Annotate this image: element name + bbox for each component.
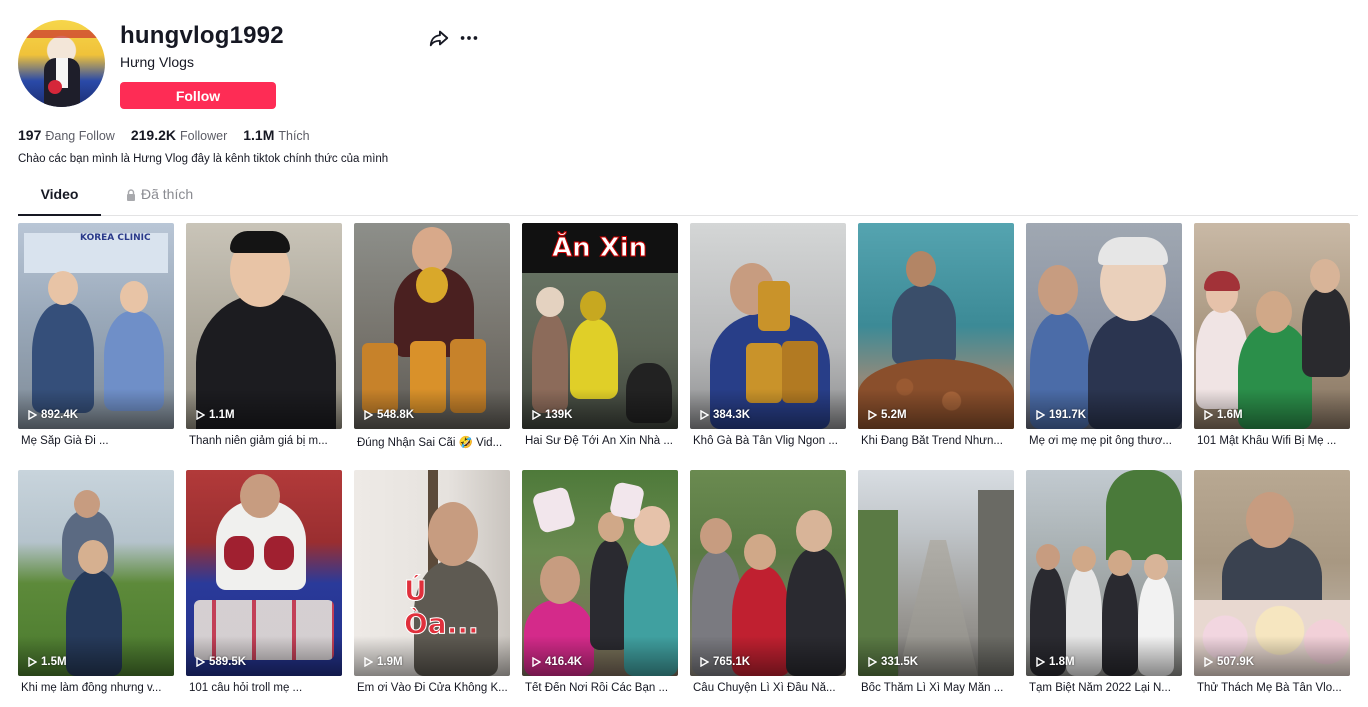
play-icon (868, 657, 877, 667)
clinic-sign-text: KOREA CLINIC (80, 233, 151, 243)
tab-video[interactable]: Video (18, 186, 101, 216)
video-caption[interactable]: Đúng Nhận Sai Cãi 🤣 Vid... (354, 435, 510, 449)
lock-icon (127, 189, 135, 201)
u-oa-text: Ú Òa... (404, 574, 480, 641)
video-card[interactable]: 1.8M Tạm Biệt Năm 2022 Lại N... (1026, 470, 1182, 694)
play-icon (1036, 410, 1045, 420)
profile-stats: 197 Đang Follow 219.2K Follower 1.1M Thích (18, 127, 310, 143)
play-icon (196, 410, 205, 420)
view-count: 1.1M (209, 409, 235, 421)
view-count: 1.9M (377, 656, 403, 668)
video-caption[interactable]: Mẹ ơi mẹ mẹ pit ông thươ... (1026, 435, 1182, 447)
video-thumbnail[interactable]: 765.1K (690, 470, 846, 676)
play-icon (532, 410, 541, 420)
view-count: 548.8K (377, 409, 415, 421)
follow-button[interactable]: Follow (120, 82, 276, 109)
video-thumbnail[interactable]: 1.1M (186, 223, 342, 429)
video-caption[interactable]: Tạm Biệt Năm 2022 Lại N... (1026, 682, 1182, 694)
play-icon (700, 657, 709, 667)
view-count: 416.4K (545, 656, 583, 668)
play-icon (364, 410, 373, 420)
view-count: 1.8M (1049, 656, 1075, 668)
video-card[interactable]: KOREA CLINIC 892.4K Mẹ Sắp Già Đi ... (18, 223, 174, 447)
video-card[interactable]: 331.5K Bốc Thăm Lì Xì May Mắn ... (858, 470, 1014, 694)
play-icon (28, 410, 37, 420)
video-caption[interactable]: Hai Sư Đệ Tới Ăn Xin Nhà ... (522, 435, 678, 447)
video-thumbnail[interactable]: 384.3K (690, 223, 846, 429)
tab-liked[interactable]: Đã thích (126, 186, 216, 216)
play-icon (700, 410, 709, 420)
an-xin-text: Ăn Xin (551, 233, 648, 264)
video-thumbnail[interactable]: 548.8K (354, 223, 510, 429)
video-caption[interactable]: 101 Mật Khẩu Wifi Bị Mẹ ... (1194, 435, 1350, 447)
video-thumbnail[interactable]: Ăn Xin 139K (522, 223, 678, 429)
video-caption[interactable]: 101 câu hỏi troll mẹ ... (186, 682, 342, 694)
view-count: 384.3K (713, 409, 751, 421)
avatar[interactable] (18, 20, 105, 107)
username: hungvlog1992 (120, 22, 284, 49)
video-card[interactable]: 1.1M Thanh niên giảm giá bị m... (186, 223, 342, 447)
view-count: 331.5K (881, 656, 919, 668)
video-card[interactable]: 416.4K Tết Đến Nơi Rồi Các Bạn ... (522, 470, 678, 694)
video-card[interactable]: 589.5K 101 câu hỏi troll mẹ ... (186, 470, 342, 694)
play-icon (364, 657, 373, 667)
video-thumbnail[interactable]: Ú Òa... 1.9M (354, 470, 510, 676)
video-caption[interactable]: Khi mẹ làm đồng nhưng v... (18, 682, 174, 694)
stat-followers[interactable]: 219.2K Follower (131, 127, 227, 143)
video-caption[interactable]: Tết Đến Nơi Rồi Các Bạn ... (522, 682, 678, 694)
video-thumbnail[interactable]: 1.6M (1194, 223, 1350, 429)
video-thumbnail[interactable]: 331.5K (858, 470, 1014, 676)
stat-likes: 1.1M Thích (243, 127, 310, 143)
view-count: 191.7K (1049, 409, 1087, 421)
video-card[interactable]: 5.2M Khi Đang Bắt Trend Nhưn... (858, 223, 1014, 447)
play-icon (28, 657, 37, 667)
video-card[interactable]: 507.9K Thử Thách Mẹ Bà Tân Vlo... (1194, 470, 1350, 694)
video-card[interactable]: 548.8K Đúng Nhận Sai Cãi 🤣 Vid... (354, 223, 510, 449)
video-caption[interactable]: Bốc Thăm Lì Xì May Mắn ... (858, 682, 1014, 694)
video-card[interactable]: Ú Òa... 1.9M Em ơi Vào Đi Cửa Không K... (354, 470, 510, 694)
view-count: 1.5M (41, 656, 67, 668)
nickname: Hưng Vlogs (120, 54, 194, 70)
video-thumbnail[interactable]: 1.5M (18, 470, 174, 676)
video-thumbnail[interactable]: KOREA CLINIC 892.4K (18, 223, 174, 429)
video-card[interactable]: Ăn Xin 139K Hai Sư Đệ Tới Ăn Xin Nhà ... (522, 223, 678, 447)
video-thumbnail[interactable]: 5.2M (858, 223, 1014, 429)
video-card[interactable]: 191.7K Mẹ ơi mẹ mẹ pit ông thươ... (1026, 223, 1182, 447)
play-icon (196, 657, 205, 667)
share-arrow-icon[interactable] (428, 27, 450, 49)
video-caption[interactable]: Khô Gà Bà Tân Vlig Ngon ... (690, 435, 846, 447)
view-count: 589.5K (209, 656, 247, 668)
video-thumbnail[interactable]: 191.7K (1026, 223, 1182, 429)
view-count: 507.9K (1217, 656, 1255, 668)
profile-tabs: Video Đã thích (18, 186, 1358, 216)
play-icon (1204, 410, 1213, 420)
play-icon (1204, 657, 1213, 667)
video-caption[interactable]: Thanh niên giảm giá bị m... (186, 435, 342, 447)
video-thumbnail[interactable]: 1.8M (1026, 470, 1182, 676)
stat-following[interactable]: 197 Đang Follow (18, 127, 115, 143)
video-caption[interactable]: Khi Đang Bắt Trend Nhưn... (858, 435, 1014, 447)
view-count: 765.1K (713, 656, 751, 668)
video-caption[interactable]: Mẹ Sắp Già Đi ... (18, 435, 174, 447)
video-thumbnail[interactable]: 589.5K (186, 470, 342, 676)
video-thumbnail[interactable]: 416.4K (522, 470, 678, 676)
video-thumbnail[interactable]: 507.9K (1194, 470, 1350, 676)
profile-header: hungvlog1992 Hưng Vlogs Follow (18, 20, 488, 112)
view-count: 5.2M (881, 409, 907, 421)
video-card[interactable]: 384.3K Khô Gà Bà Tân Vlig Ngon ... (690, 223, 846, 447)
profile-bio: Chào các bạn mình là Hưng Vlog đây là kê… (18, 153, 389, 165)
video-caption[interactable]: Em ơi Vào Đi Cửa Không K... (354, 682, 510, 694)
video-card[interactable]: 765.1K Câu Chuyện Lì Xì Đầu Nă... (690, 470, 846, 694)
play-icon (1036, 657, 1045, 667)
video-card[interactable]: 1.5M Khi mẹ làm đồng nhưng v... (18, 470, 174, 694)
video-card[interactable]: 1.6M 101 Mật Khẩu Wifi Bị Mẹ ... (1194, 223, 1350, 447)
view-count: 892.4K (41, 409, 79, 421)
play-icon (532, 657, 541, 667)
view-count: 139K (545, 409, 573, 421)
view-count: 1.6M (1217, 409, 1243, 421)
video-caption[interactable]: Thử Thách Mẹ Bà Tân Vlo... (1194, 682, 1350, 694)
video-caption[interactable]: Câu Chuyện Lì Xì Đầu Nă... (690, 682, 846, 694)
play-icon (868, 410, 877, 420)
more-dots-icon[interactable] (458, 27, 480, 49)
